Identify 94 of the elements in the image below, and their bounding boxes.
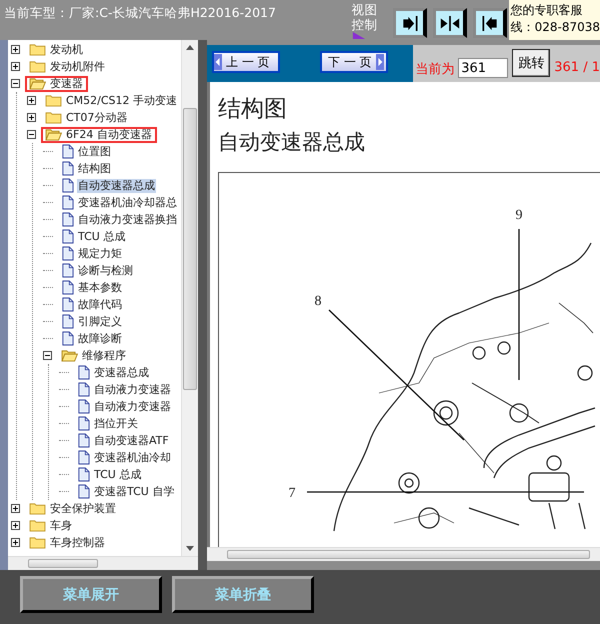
document-icon [61,280,74,295]
tree-item[interactable]: 故障诊断 [77,332,123,346]
tree-item[interactable]: 位置图 [77,144,112,158]
view-layout-button[interactable] [473,8,508,38]
tree-item[interactable]: 维修程序 [81,348,127,362]
folder-icon [45,94,62,107]
tree-item[interactable]: 结构图 [77,162,112,176]
tree-item[interactable]: 诊断与检测 [77,264,134,278]
tree-item[interactable]: 变速器 [49,76,84,90]
collapse-toggle[interactable] [11,79,20,88]
document-icon [77,399,90,414]
document-icon [61,178,74,193]
document-icon [77,467,90,482]
document-icon [61,144,74,159]
document-icon [61,212,74,227]
callout-number: 9 [516,208,522,223]
document-icon [61,331,74,346]
folder-icon [29,519,46,532]
vehicle-title: 当前车型：厂家:C-长城汽车哈弗H22016-2017 [3,4,277,22]
page-number-field[interactable]: 361 [458,58,508,78]
current-page-label: 当前为 [415,61,454,78]
folder-icon [29,43,46,56]
tree-item[interactable]: 安全保护装置 [49,502,117,516]
folder-icon [29,60,46,73]
tree-item[interactable]: 6F24 自动变速器 [65,128,153,142]
previous-page-button[interactable]: 上 一 页 [212,51,280,73]
document-icon [61,263,74,278]
tree-item[interactable]: 规定力矩 [77,246,123,260]
page-count: 361 / 1 [554,60,600,75]
callout-number: 8 [314,294,322,309]
tree-item[interactable]: 自动变速器总成 [77,178,156,192]
folder-icon [29,536,46,549]
tree-item[interactable]: TCU 总成 [93,468,142,482]
collapse-toggle[interactable] [43,351,52,360]
callout-number: 7 [288,486,296,501]
tree-item[interactable]: 故障代码 [77,298,123,312]
expand-toggle[interactable] [11,538,20,547]
document-icon [77,450,90,465]
tree-item[interactable]: 自动变速器ATF [93,434,170,448]
triangle-icon [352,32,366,39]
tree-item[interactable]: TCU 总成 [77,230,126,244]
tree-item[interactable]: 挡位开关 [93,416,139,430]
folder-icon [29,502,46,515]
tree-item[interactable]: 引脚定义 [77,314,123,328]
document-icon [77,382,90,397]
tree-item[interactable]: 发动机附件 [49,60,106,74]
folder-icon [45,111,62,124]
tree-item[interactable]: 自动液力变速器换挡 [77,212,178,226]
open-folder-icon [45,128,62,141]
open-folder-icon [29,77,46,90]
document-icon [77,365,90,380]
tree-item[interactable]: 变速器机油冷却器总 [77,196,178,210]
expand-toggle[interactable] [27,113,36,122]
scroll-thumb[interactable] [183,108,197,390]
next-page-button[interactable]: 下 一 页 [320,51,388,73]
vertical-scrollbar[interactable] [181,40,198,556]
expand-toggle[interactable] [11,45,20,54]
expand-toggle[interactable] [27,96,36,105]
view-layout-button[interactable] [433,8,468,38]
document-icon [61,314,74,329]
horizontal-scrollbar[interactable] [207,547,600,561]
expand-toggle[interactable] [11,62,20,71]
tree-item[interactable]: 自动液力变速器 [93,400,172,414]
support-title: 您的专职客服 [510,2,584,19]
tree-item[interactable]: 车身 [49,518,73,532]
open-folder-icon [61,349,78,362]
document-subtitle: 自动变速器总成 [218,129,366,156]
document-icon [77,484,90,499]
support-phone: 线：028-87038 [510,19,600,36]
document-icon [77,416,90,431]
tree-item[interactable]: 自动液力变速器 [93,382,172,396]
tree-item[interactable]: 变速器TCU 自学 [93,484,176,498]
document-icon [61,229,74,244]
document-title: 结构图 [218,95,288,124]
tree-item[interactable]: 车身控制器 [49,536,106,550]
horizontal-scrollbar[interactable] [8,556,198,570]
document-icon [61,297,74,312]
arrows-to-center-icon [440,14,460,32]
tree-item[interactable]: 变速器总成 [93,366,150,380]
view-layout-button[interactable] [393,8,428,38]
document-icon [61,195,74,210]
document-icon [77,433,90,448]
expand-toggle[interactable] [11,504,20,513]
view-control-label: 视图控制 [352,2,378,32]
document-icon [61,161,74,176]
jump-button[interactable]: 跳转 [512,49,550,77]
collapse-toggle[interactable] [27,130,36,139]
expand-toggle[interactable] [11,521,20,530]
tree-item[interactable]: 变速器机油冷却 [93,450,172,464]
tree-item[interactable]: CT07分动器 [65,110,128,124]
tree-item[interactable]: 发动机 [49,42,84,56]
document-icon [61,246,74,261]
tree-item[interactable]: CM52/CS12 手动变速 [65,94,178,108]
tree-item[interactable]: 基本参数 [77,280,123,294]
